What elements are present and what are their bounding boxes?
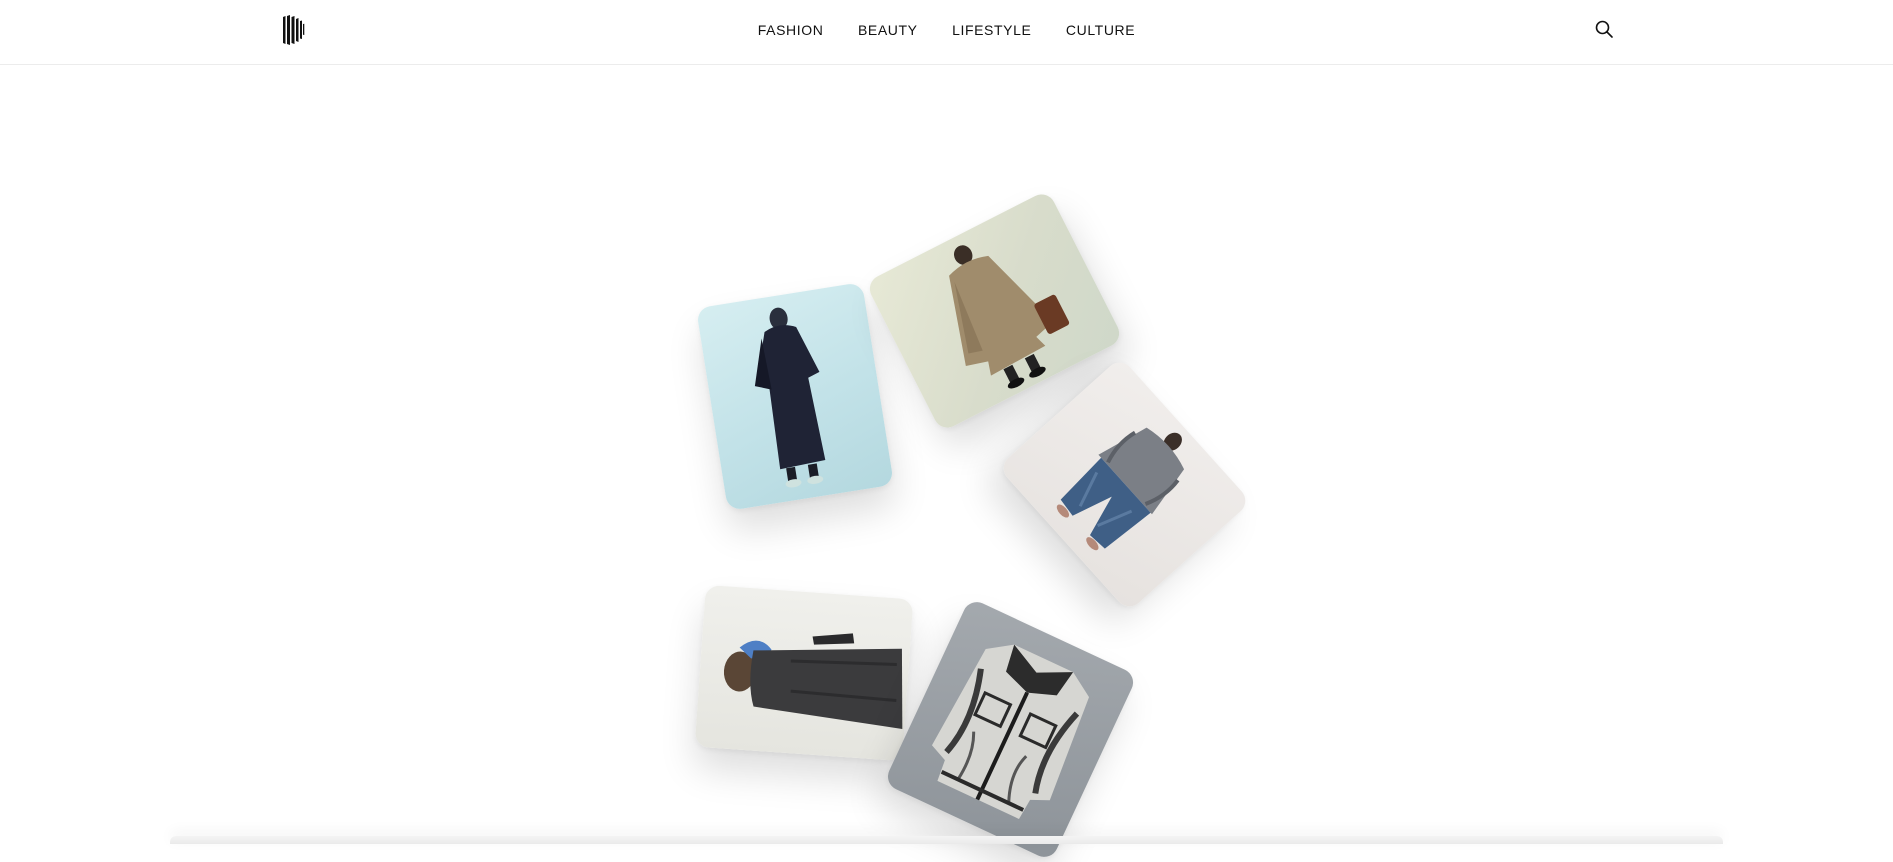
site-header: FASHION BEAUTY LIFESTYLE CULTURE [0,0,1893,65]
photo-card[interactable] [695,282,895,511]
nav-fashion[interactable]: FASHION [758,22,824,38]
photo-card[interactable] [694,584,914,762]
photo-collage [0,65,1893,862]
content-panel-edge [170,836,1723,844]
photo-card[interactable] [997,356,1252,613]
nav-culture[interactable]: CULTURE [1066,22,1135,38]
nav-beauty[interactable]: BEAUTY [858,22,918,38]
search-icon[interactable] [1594,19,1614,39]
photo-card[interactable] [883,597,1138,862]
nav-lifestyle[interactable]: LIFESTYLE [952,22,1031,38]
